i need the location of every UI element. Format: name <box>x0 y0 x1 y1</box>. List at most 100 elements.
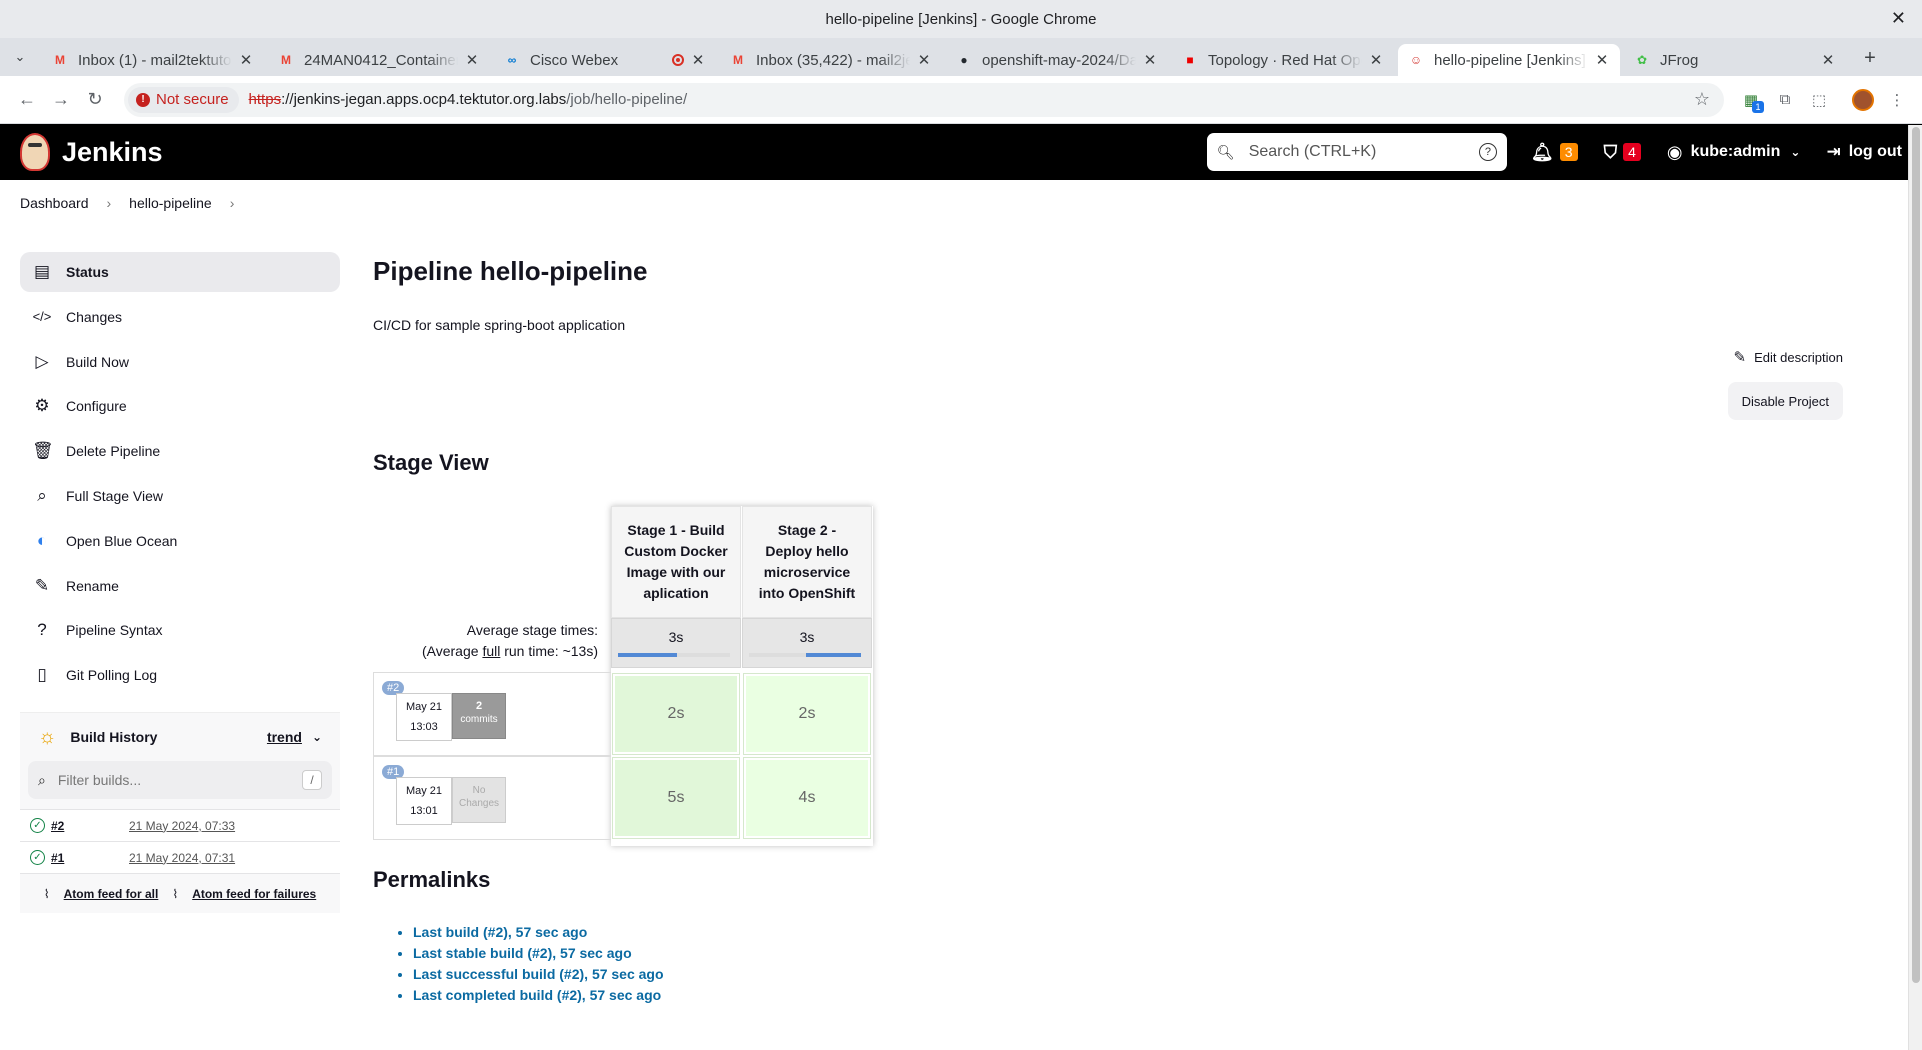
sidebar-item-rename[interactable]: ✎ Rename <box>20 566 340 606</box>
github-icon: ● <box>960 53 968 67</box>
close-tab-icon[interactable]: ✕ <box>1820 51 1836 69</box>
build-date-link[interactable]: 21 May 2024, 07:31 <box>129 851 235 865</box>
window-close-icon[interactable]: ✕ <box>1891 8 1906 29</box>
close-tab-icon[interactable]: ✕ <box>238 51 254 69</box>
stage-cell[interactable]: 2s <box>743 673 871 755</box>
close-tab-icon[interactable]: ✕ <box>464 51 480 69</box>
build-row[interactable]: ✓ #1 21 May 2024, 07:31 <box>20 841 340 873</box>
breadcrumb-chevron-icon[interactable]: › <box>107 195 112 211</box>
stage-header: Stage 2 - Deploy hello microservice into… <box>742 506 872 618</box>
build-number-link[interactable]: #1 <box>51 851 129 865</box>
permalink-item[interactable]: Last stable build (#2), 57 sec ago <box>413 943 664 964</box>
sidebar-item-pipeline-syntax[interactable]: ? Pipeline Syntax <box>20 610 340 650</box>
sidebar-item-build-now[interactable]: ▷ Build Now <box>20 342 340 382</box>
browser-tab[interactable]: ● openshift-may-2024/Day ✕ <box>946 44 1168 76</box>
not-secure-chip[interactable]: ! Not secure <box>128 86 239 113</box>
gmail-icon: M <box>733 53 743 67</box>
chrome-menu-icon[interactable]: ⋮ <box>1882 85 1912 115</box>
back-arrow-icon[interactable]: ← <box>10 83 44 117</box>
permalink-item[interactable]: Last build (#2), 57 sec ago <box>413 922 664 943</box>
trend-link[interactable]: trend <box>267 729 302 745</box>
notifications-button[interactable]: 🔔︎ 3 <box>1531 142 1578 163</box>
browser-tab[interactable]: ✿ JFrog ✕ <box>1624 44 1846 76</box>
sidebar-item-label: Git Polling Log <box>66 667 158 684</box>
atom-feed-failures-link[interactable]: Atom feed for failures <box>192 887 316 901</box>
sidebar-item-label: Rename <box>66 577 119 594</box>
url-text[interactable]: https://jenkins-jegan.apps.ocp4.tektutor… <box>249 91 688 108</box>
sidebar-item-changes[interactable]: </> Changes <box>20 297 340 337</box>
sidebar-item-status[interactable]: ▤ Status <box>20 252 340 292</box>
page-title: Pipeline hello-pipeline <box>373 256 648 286</box>
tab-search-chevron-icon[interactable]: ⌄ <box>8 42 32 72</box>
bell-icon: 🔔︎ <box>1530 141 1554 162</box>
breadcrumb-hello-pipeline[interactable]: hello-pipeline <box>129 195 212 211</box>
browser-tab[interactable]: M Inbox (1) - mail2tektutor ✕ <box>42 44 264 76</box>
scrollbar-thumb[interactable] <box>1912 127 1920 983</box>
filter-builds-input[interactable]: ⌕ Filter builds... / <box>28 761 332 799</box>
security-button[interactable]: ⛉ 4 <box>1604 142 1641 163</box>
build-number-link[interactable]: #2 <box>51 819 129 833</box>
stage-cell[interactable]: 2s <box>612 673 740 755</box>
security-badge: 4 <box>1623 143 1641 161</box>
atom-feed-all-link[interactable]: Atom feed for all <box>64 887 159 901</box>
sidebar-item-label: Delete Pipeline <box>66 443 161 460</box>
jenkins-icon: ☺ <box>1409 53 1423 67</box>
permalink-item[interactable]: Last successful build (#2), 57 sec ago <box>413 964 664 985</box>
logout-link[interactable]: ⇥ log out <box>1826 142 1902 162</box>
new-tab-button[interactable]: + <box>1856 44 1884 72</box>
extension-icon[interactable]: ▦ 1 <box>1736 85 1766 115</box>
play-icon: ▷ <box>35 351 49 371</box>
sidebar-item-full-stage-view[interactable]: ⌕ Full Stage View <box>20 476 340 516</box>
close-tab-icon[interactable]: ✕ <box>1142 51 1158 69</box>
changes-box[interactable]: 2 commits <box>452 693 506 739</box>
breadcrumb-dashboard[interactable]: Dashboard <box>20 195 89 211</box>
stage-cell[interactable]: 4s <box>743 757 871 839</box>
sidebar-item-open-blue-ocean[interactable]: ◐ Open Blue Ocean <box>20 521 340 561</box>
browser-tab[interactable]: ∞ Cisco Webex ✕ <box>494 44 716 76</box>
close-tab-icon[interactable]: ✕ <box>690 51 706 69</box>
edit-description-link[interactable]: ✎ Edit description <box>1734 348 1843 366</box>
stage-view-table: Average stage times: (Average full run t… <box>373 506 973 846</box>
extension-badge: 1 <box>1752 100 1764 113</box>
pencil-icon: ✎ <box>1733 349 1747 366</box>
user-menu[interactable]: ◉ kube:admin ⌄ <box>1667 142 1801 163</box>
sidebar-item-git-polling-log[interactable]: ▯ Git Polling Log <box>20 655 340 695</box>
browser-tab[interactable]: M Inbox (35,422) - mail2jegan ✕ <box>720 44 942 76</box>
browser-tab[interactable]: ■ Topology · Red Hat OpenShift ✕ <box>1172 44 1394 76</box>
rss-icon: ⌇ <box>43 886 50 901</box>
clipboard-icon: ▯ <box>37 665 47 685</box>
sidebar-item-delete-pipeline[interactable]: 🗑 Delete Pipeline <box>20 431 340 471</box>
search-input[interactable]: 🔍︎ Search (CTRL+K) ? <box>1206 133 1507 171</box>
sidebar-item-label: Status <box>66 264 109 280</box>
browser-tab[interactable]: ☺ hello-pipeline [Jenkins] ✕ <box>1398 44 1620 76</box>
jenkins-brand: Jenkins <box>62 136 163 167</box>
sidebar-item-configure[interactable]: ⚙ Configure <box>20 386 340 426</box>
page-scrollbar[interactable] <box>1908 125 1922 1050</box>
close-tab-icon[interactable]: ✕ <box>1368 51 1384 69</box>
build-row[interactable]: ✓ #2 21 May 2024, 07:33 <box>20 809 340 841</box>
browser-tab[interactable]: M 24MAN0412_Containers ✕ <box>268 44 490 76</box>
jenkins-home-link[interactable]: Jenkins <box>20 133 163 171</box>
search-help-icon[interactable]: ? <box>1478 143 1497 161</box>
sidebar-item-label: Build Now <box>66 353 130 370</box>
jfrog-icon: ✿ <box>1636 53 1648 67</box>
breadcrumb-chevron-icon[interactable]: › <box>230 195 235 211</box>
forward-arrow-icon[interactable]: → <box>44 83 78 117</box>
chevron-down-icon[interactable]: ⌄ <box>312 730 322 744</box>
extensions-puzzle-icon[interactable]: ⬚ <box>1804 85 1834 115</box>
build-date-link[interactable]: 21 May 2024, 07:33 <box>129 819 235 833</box>
disable-project-button[interactable]: Disable Project <box>1727 382 1843 420</box>
bookmark-star-icon[interactable]: ☆ <box>1694 89 1710 110</box>
stage-cell[interactable]: 5s <box>612 757 740 839</box>
profile-avatar[interactable] <box>1848 85 1878 115</box>
permalink-item[interactable]: Last completed build (#2), 57 sec ago <box>413 985 664 1006</box>
url-omnibox[interactable]: ! Not secure https://jenkins-jegan.apps.… <box>124 82 1724 117</box>
changes-label: No Changes <box>458 785 500 809</box>
avg-full-link[interactable]: full <box>482 643 500 659</box>
extension-puzzle-alt-icon[interactable]: ⧉ <box>1770 85 1800 115</box>
reload-icon[interactable]: ↻ <box>78 83 112 117</box>
notifications-badge: 3 <box>1559 143 1578 161</box>
close-tab-icon[interactable]: ✕ <box>916 51 932 69</box>
close-tab-icon[interactable]: ✕ <box>1594 51 1610 69</box>
changes-box[interactable]: No Changes <box>452 777 506 823</box>
